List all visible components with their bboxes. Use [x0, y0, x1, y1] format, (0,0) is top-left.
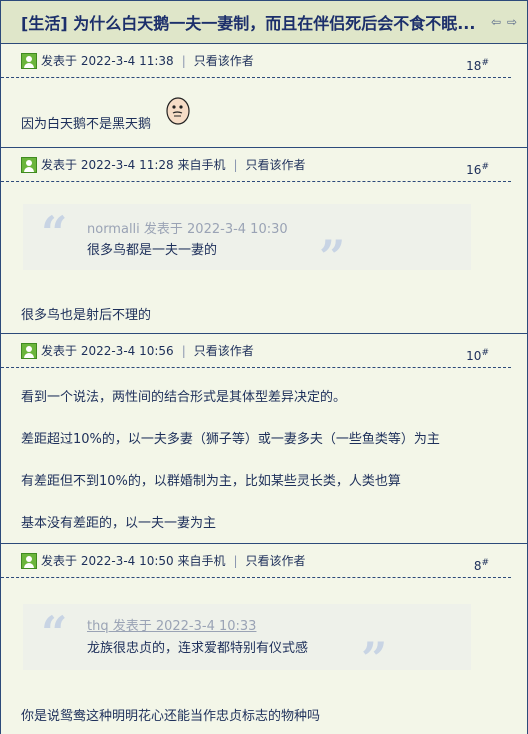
- thread-nav: ⇦ ⇨: [489, 15, 519, 29]
- post-text: 基本没有差距的，以一夫一妻为主: [21, 516, 217, 531]
- post-meta: 发表于 2022-3-4 10:50 来自手机: [41, 554, 226, 568]
- floor-suffix: #: [481, 348, 489, 358]
- floor-number[interactable]: 8#: [474, 558, 489, 573]
- post-10: 发表于 2022-3-4 10:56 | 只看该作者 10# 看到一个说法，两性…: [1, 334, 527, 544]
- separator: |: [181, 343, 186, 358]
- separator: |: [233, 157, 238, 172]
- floor-number[interactable]: 10#: [466, 348, 489, 363]
- quote-text: 龙族很忠贞的，连求爱都特别有仪式感: [87, 641, 309, 656]
- post-meta: 发表于 2022-3-4 11:28 来自手机: [41, 158, 226, 172]
- post-text: 差距超过10%的，以一夫多妻（狮子等）或一妻多夫（一些鱼类等）为主: [21, 432, 440, 447]
- quote-close-icon: ”: [319, 230, 346, 284]
- quote-block: “ normalli 发表于 2022-3-4 10:30 很多鸟都是一夫一妻的…: [23, 204, 471, 280]
- post-18: 发表于 2022-3-4 11:38 | 只看该作者 18# 因为白天鹅不是黑天…: [1, 44, 527, 148]
- quote-block: “ thq 发表于 2022-3-4 10:33 龙族很忠贞的，连求爱都特别有仪…: [23, 604, 471, 682]
- floor-value: 18: [466, 59, 482, 73]
- thread-title: [生活] 为什么白天鹅一夫一妻制，而且在伴侣死后会不食不眠...: [21, 14, 476, 33]
- floor-suffix: #: [481, 58, 489, 68]
- post-header: 发表于 2022-3-4 11:28 来自手机 | 只看该作者 16#: [1, 148, 511, 182]
- user-icon[interactable]: [21, 52, 37, 69]
- post-header: 发表于 2022-3-4 11:38 | 只看该作者 18#: [1, 44, 511, 78]
- post-text: 很多鸟也是射后不理的: [21, 308, 152, 323]
- post-text: 看到一个说法，两性间的结合形式是其体型差异决定的。: [21, 390, 347, 405]
- user-icon[interactable]: [21, 552, 37, 569]
- post-meta: 发表于 2022-3-4 10:56: [41, 344, 174, 358]
- post-meta: 发表于 2022-3-4 11:38: [41, 54, 174, 68]
- thread-title-bar: [生活] 为什么白天鹅一夫一妻制，而且在伴侣死后会不食不眠... ⇦ ⇨: [1, 0, 527, 44]
- quote-meta[interactable]: thq 发表于 2022-3-4 10:33: [87, 615, 256, 634]
- post-16: 发表于 2022-3-4 11:28 来自手机 | 只看该作者 16# “ no…: [1, 148, 527, 334]
- separator: |: [181, 53, 186, 68]
- only-author-link[interactable]: 只看该作者: [194, 52, 254, 69]
- only-author-link[interactable]: 只看该作者: [194, 342, 254, 359]
- quote-open-icon: “: [41, 606, 68, 660]
- floor-suffix: #: [481, 558, 489, 568]
- floor-number[interactable]: 16#: [466, 162, 489, 177]
- separator: |: [233, 553, 238, 568]
- only-author-link[interactable]: 只看该作者: [246, 552, 306, 569]
- floor-suffix: #: [481, 162, 489, 172]
- post-text: 有差距但不到10%的，以群婚制为主，比如某些灵长类，人类也算: [21, 474, 401, 489]
- quote-meta[interactable]: normalli 发表于 2022-3-4 10:30: [87, 218, 288, 237]
- user-icon[interactable]: [21, 342, 37, 359]
- floor-value: 16: [466, 163, 482, 177]
- post-text: 因为白天鹅不是黑天鹅: [21, 117, 152, 132]
- post-text: 你是说鸳鸯这种明明花心还能当作忠贞标志的物种吗: [21, 709, 321, 724]
- face-emoticon-icon: [166, 97, 190, 125]
- only-author-link[interactable]: 只看该作者: [246, 156, 306, 173]
- post-header: 发表于 2022-3-4 10:56 | 只看该作者 10#: [1, 334, 511, 368]
- quote-open-icon: “: [41, 206, 68, 260]
- user-icon[interactable]: [21, 156, 37, 173]
- previous-thread-icon[interactable]: ⇦: [489, 15, 503, 29]
- floor-number[interactable]: 18#: [466, 58, 489, 73]
- post-8: 发表于 2022-3-4 10:50 来自手机 | 只看该作者 8# “ thq…: [1, 544, 527, 734]
- floor-value: 10: [466, 349, 482, 363]
- post-header: 发表于 2022-3-4 10:50 来自手机 | 只看该作者 8#: [1, 544, 511, 578]
- quote-text: 很多鸟都是一夫一妻的: [87, 243, 218, 258]
- quote-close-icon: ”: [361, 632, 388, 686]
- next-thread-icon[interactable]: ⇨: [505, 15, 519, 29]
